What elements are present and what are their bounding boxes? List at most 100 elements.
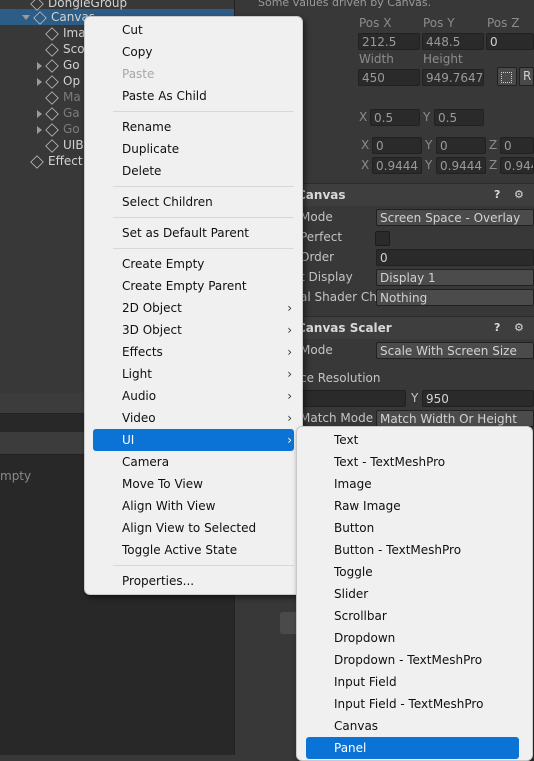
ui-menu-item-text[interactable]: Text xyxy=(297,429,532,451)
menu-item-label: Set as Default Parent xyxy=(122,226,250,240)
hierarchy-item[interactable]: Op xyxy=(37,73,80,89)
scale-x-field[interactable]: 0.9444 xyxy=(372,157,422,174)
ui-menu-item-input-field[interactable]: Input Field xyxy=(297,671,532,693)
menu-separator xyxy=(113,248,294,249)
menu-item-select-children[interactable]: Select Children xyxy=(85,191,302,213)
hierarchy-item[interactable]: Ma xyxy=(37,89,81,105)
menu-item-align-with-view[interactable]: Align With View xyxy=(85,495,302,517)
settings-icon[interactable]: ⚙ xyxy=(514,184,524,206)
expand-right-icon[interactable] xyxy=(37,125,42,134)
menu-item-create-empty-parent[interactable]: Create Empty Parent xyxy=(85,275,302,297)
menu-item-paste-as-child[interactable]: Paste As Child xyxy=(85,85,302,107)
anchor-y-field[interactable]: 0.5 xyxy=(434,109,484,126)
hierarchy-item[interactable]: Effect xyxy=(22,153,83,169)
expand-right-icon[interactable] xyxy=(37,61,42,70)
menu-separator xyxy=(113,565,294,566)
menu-item-audio[interactable]: Audio › xyxy=(85,385,302,407)
width-field[interactable]: 450 xyxy=(358,69,420,86)
shader-channels-dropdown[interactable]: Nothing xyxy=(376,289,534,306)
hierarchy-item[interactable]: Ga xyxy=(37,105,80,121)
hierarchy-item[interactable]: Sco xyxy=(37,41,85,57)
raw-edit-button[interactable]: R xyxy=(519,67,534,86)
rot-z-field[interactable]: 0 xyxy=(500,137,534,154)
pos-z-field[interactable]: 0 xyxy=(486,33,534,50)
menu-item-align-view-to-selected[interactable]: Align View to Selected xyxy=(85,517,302,539)
gameobject-cube-icon xyxy=(45,122,59,137)
scale-z-field[interactable]: 0.944 xyxy=(500,157,534,174)
menu-item-2d-object[interactable]: 2D Object › xyxy=(85,297,302,319)
settings-icon[interactable]: ⚙ xyxy=(514,317,524,339)
rot-y-field[interactable]: 0 xyxy=(436,137,486,154)
expand-right-icon[interactable] xyxy=(37,77,42,86)
ui-menu-item-button-textmeshpro[interactable]: Button - TextMeshPro xyxy=(297,539,532,561)
scale-y-field[interactable]: 0.9444 xyxy=(436,157,486,174)
pixel-perfect-checkbox[interactable] xyxy=(375,231,390,246)
menu-item-set-as-default-parent[interactable]: Set as Default Parent xyxy=(85,222,302,244)
hierarchy-item[interactable]: UIB xyxy=(37,137,84,153)
sort-order-field[interactable]: 0 xyxy=(376,249,534,266)
pos-x-field[interactable]: 212.5 xyxy=(358,33,420,50)
menu-item-ui[interactable]: UI › xyxy=(93,429,294,451)
ui-menu-item-image[interactable]: Image xyxy=(297,473,532,495)
help-icon[interactable]: ? xyxy=(494,184,500,206)
pos-y-field[interactable]: 448.5 xyxy=(422,33,484,50)
context-menu: Cut Copy Paste Paste As Child Rename Duplicat… xyxy=(84,16,303,595)
menu-item-move-to-view[interactable]: Move To View xyxy=(85,473,302,495)
rot-x-label: X xyxy=(361,138,370,152)
ui-menu-item-dropdown[interactable]: Dropdown xyxy=(297,627,532,649)
anchor-x-label: X xyxy=(359,110,368,124)
render-mode-dropdown[interactable]: Screen Space - Overlay xyxy=(376,209,534,226)
width-label: Width xyxy=(359,52,394,66)
menu-item-label: Paste As Child xyxy=(122,89,207,103)
gameobject-cube-icon xyxy=(45,90,59,105)
reference-y-field[interactable]: 950 xyxy=(422,390,534,407)
blueprint-mode-button[interactable] xyxy=(497,67,517,86)
menu-item-label: Raw Image xyxy=(334,499,401,513)
menu-item-properties[interactable]: Properties... xyxy=(85,570,302,592)
menu-item-toggle-active-state[interactable]: Toggle Active State xyxy=(85,539,302,561)
expand-down-icon[interactable] xyxy=(22,15,30,20)
screen-match-mode-dropdown[interactable]: Match Width Or Height xyxy=(376,410,534,427)
menu-item-light[interactable]: Light › xyxy=(85,363,302,385)
hierarchy-item[interactable]: Ima xyxy=(37,25,86,41)
ui-menu-item-input-field-textmeshpro[interactable]: Input Field - TextMeshPro xyxy=(297,693,532,715)
menu-item-cut[interactable]: Cut xyxy=(85,19,302,41)
ui-menu-item-panel[interactable]: Panel xyxy=(306,737,519,759)
reference-x-field[interactable]: 0 xyxy=(292,390,406,407)
help-icon[interactable]: ? xyxy=(494,317,500,339)
hierarchy-item[interactable]: Go xyxy=(37,57,80,73)
menu-item-paste[interactable]: Paste xyxy=(85,63,302,85)
ui-menu-item-raw-image[interactable]: Raw Image xyxy=(297,495,532,517)
submenu-arrow-icon: › xyxy=(287,389,292,403)
ui-menu-item-toggle[interactable]: Toggle xyxy=(297,561,532,583)
menu-item-3d-object[interactable]: 3D Object › xyxy=(85,319,302,341)
expand-right-icon[interactable] xyxy=(37,109,42,118)
menu-item-label: Text - TextMeshPro xyxy=(334,455,446,469)
ui-menu-item-text-textmeshpro[interactable]: Text - TextMeshPro xyxy=(297,451,532,473)
scale-mode-dropdown[interactable]: Scale With Screen Size xyxy=(376,342,534,359)
ui-menu-item-canvas[interactable]: Canvas xyxy=(297,715,532,737)
hierarchy-item[interactable]: Go xyxy=(37,121,80,137)
height-field[interactable]: 949.7647 xyxy=(422,69,484,86)
menu-item-camera[interactable]: Camera xyxy=(85,451,302,473)
menu-item-delete[interactable]: Delete xyxy=(85,160,302,182)
menu-item-label: Create Empty Parent xyxy=(122,279,247,293)
menu-item-video[interactable]: Video › xyxy=(85,407,302,429)
menu-item-label: Image xyxy=(334,477,372,491)
ui-menu-item-dropdown-textmeshpro[interactable]: Dropdown - TextMeshPro xyxy=(297,649,532,671)
scale-x-label: X xyxy=(361,158,370,172)
ui-menu-item-scrollbar[interactable]: Scrollbar xyxy=(297,605,532,627)
menu-item-label: Duplicate xyxy=(122,142,180,156)
ui-menu-item-button[interactable]: Button xyxy=(297,517,532,539)
menu-item-effects[interactable]: Effects › xyxy=(85,341,302,363)
anchor-x-field[interactable]: 0.5 xyxy=(370,109,420,126)
menu-item-label: 3D Object xyxy=(122,323,182,337)
rot-x-field[interactable]: 0 xyxy=(372,137,422,154)
ui-menu-item-slider[interactable]: Slider xyxy=(297,583,532,605)
menu-separator xyxy=(113,186,294,187)
menu-item-create-empty[interactable]: Create Empty xyxy=(85,253,302,275)
menu-item-duplicate[interactable]: Duplicate xyxy=(85,138,302,160)
menu-item-rename[interactable]: Rename xyxy=(85,116,302,138)
target-display-dropdown[interactable]: Display 1 xyxy=(376,269,534,286)
menu-item-copy[interactable]: Copy xyxy=(85,41,302,63)
